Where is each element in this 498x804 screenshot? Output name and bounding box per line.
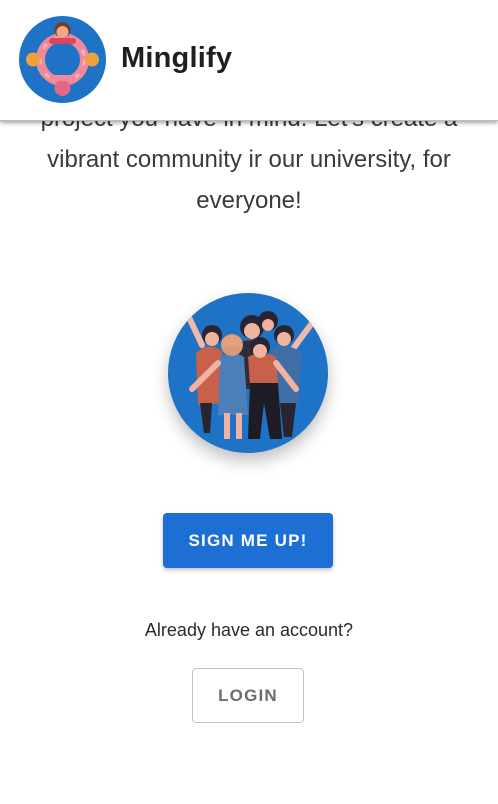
intro-line: everyone! (196, 187, 302, 214)
login-button[interactable]: LOGIN (192, 668, 304, 723)
app-title: Minglify (121, 42, 233, 74)
app-header: Minglify (0, 0, 498, 121)
people-circle-logo-icon[interactable] (19, 16, 106, 103)
group-of-friends-illustration (168, 293, 328, 453)
sign-up-button[interactable]: SIGN ME UP! (163, 513, 333, 568)
already-have-account-text: Already have an account? (144, 620, 354, 640)
intro-line: vibrant community ir our university, for (47, 146, 451, 173)
